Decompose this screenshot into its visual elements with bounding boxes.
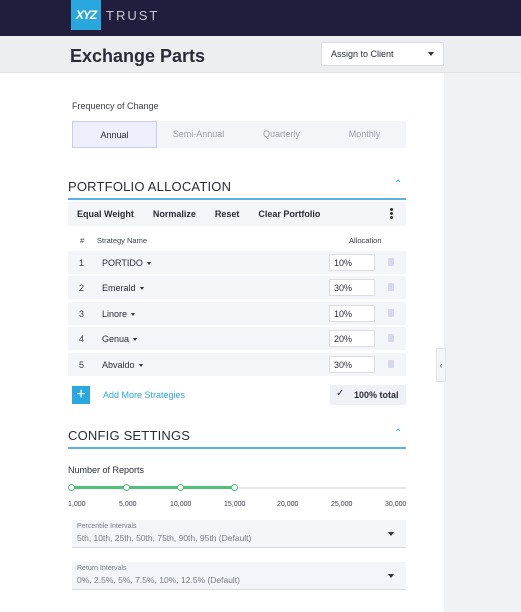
section-divider <box>68 447 406 449</box>
column-header-strategy: Strategy Name <box>97 236 148 245</box>
row-number: 5 <box>79 360 85 370</box>
chevron-up-icon[interactable]: ⌃ <box>394 428 402 439</box>
tab-annual[interactable]: Annual <box>72 121 157 148</box>
right-gutter <box>444 73 521 612</box>
row-number: 4 <box>79 334 85 344</box>
check-icon: ✓ <box>336 388 345 399</box>
slider-tick-label: 30,000 <box>385 501 406 508</box>
tab-monthly[interactable]: Monthly <box>323 121 406 148</box>
strategy-name: Abvaldo <box>102 360 135 370</box>
strategy-dropdown[interactable]: Abvaldo <box>102 360 143 370</box>
table-row: 2 Emerald 30% <box>68 276 406 299</box>
trash-icon[interactable] <box>388 309 394 317</box>
trash-icon[interactable] <box>388 360 394 368</box>
frequency-label: Frequency of Change <box>72 101 159 111</box>
normalize-button[interactable]: Normalize <box>153 209 196 219</box>
trash-icon[interactable] <box>388 283 394 291</box>
assign-to-client-dropdown[interactable]: Assign to Client <box>321 42 444 66</box>
table-row: 3 Linore 10% <box>68 302 406 325</box>
row-number: 2 <box>79 283 85 293</box>
chevron-down-icon <box>133 338 138 342</box>
strategy-dropdown[interactable]: Linore <box>102 309 136 319</box>
percentile-intervals-dropdown[interactable]: Percentile Intervals 5th, 10th, 25th, 50… <box>72 520 406 548</box>
chevron-down-icon <box>146 262 151 266</box>
collapse-panel-button[interactable]: ‹ <box>436 348 446 382</box>
brand-name: TRUST <box>106 8 160 23</box>
chevron-down-icon <box>428 52 434 56</box>
strategy-name: Genua <box>102 334 130 344</box>
total-badge: ✓ 100% total <box>330 385 406 405</box>
brand-logo-mark: XYZ <box>71 0 101 30</box>
slider-step-dot <box>123 484 130 491</box>
tab-quarterly[interactable]: Quarterly <box>240 121 323 148</box>
chevron-down-icon <box>388 532 394 536</box>
table-row: 1 PORTIDO 10% <box>68 251 406 274</box>
add-strategy-button[interactable]: + <box>72 386 90 404</box>
trash-icon[interactable] <box>388 334 394 342</box>
assign-to-client-label: Assign to Client <box>331 49 394 59</box>
page-header: Exchange Parts Assign to Client <box>0 36 521 73</box>
return-intervals-dropdown[interactable]: Return Intervals 0%, 2.5%, 5%, 7.5%, 10%… <box>72 562 406 590</box>
more-options-icon[interactable] <box>390 208 393 220</box>
strategy-dropdown[interactable]: Emerald <box>102 283 144 293</box>
row-number: 3 <box>79 309 85 319</box>
chevron-down-icon <box>138 364 143 368</box>
column-header-num: # <box>80 236 85 245</box>
portfolio-toolbar: Equal Weight Normalize Reset Clear Portf… <box>68 202 406 226</box>
config-settings-title: CONFIG SETTINGS <box>68 428 191 443</box>
clear-portfolio-button[interactable]: Clear Portfolio <box>258 209 320 219</box>
return-intervals-value: 0%, 2.5%, 5%, 7.5%, 10%, 12.5% (Default) <box>77 575 241 585</box>
slider-tick-label: 10,000 <box>170 501 192 508</box>
number-of-reports-label: Number of Reports <box>68 465 145 475</box>
strategy-name: Emerald <box>102 283 136 293</box>
percentile-intervals-value: 5th, 10th, 25th, 50th, 75th, 90th, 95th … <box>77 533 252 543</box>
slider-step-dot <box>68 484 75 491</box>
table-row: 4 Genua 20% <box>68 327 406 350</box>
slider-tick-label: 5,000 <box>119 501 137 508</box>
table-row: 5 Abvaldo 30% <box>68 353 406 376</box>
slider-tick-label: 20,000 <box>277 501 299 508</box>
reset-button[interactable]: Reset <box>215 209 240 219</box>
trash-icon[interactable] <box>388 258 394 266</box>
total-label: 100% total <box>354 390 399 400</box>
allocation-input[interactable]: 10% <box>329 254 375 271</box>
return-intervals-label: Return Intervals <box>77 565 127 572</box>
allocation-input[interactable]: 10% <box>329 305 375 322</box>
slider-tick-label: 25,000 <box>331 501 353 508</box>
add-more-strategies-link[interactable]: Add More Strategies <box>103 390 185 400</box>
slider-tick-label: 1,000 <box>68 501 86 508</box>
strategy-dropdown[interactable]: Genua <box>102 334 138 344</box>
chevron-down-icon <box>139 287 144 291</box>
percentile-intervals-label: Percentile Intervals <box>77 523 137 530</box>
allocation-input[interactable]: 30% <box>329 279 375 296</box>
allocation-input[interactable]: 20% <box>329 330 375 347</box>
strategy-name: PORTIDO <box>102 258 143 268</box>
page-title: Exchange Parts <box>70 46 206 66</box>
row-number: 1 <box>79 258 85 268</box>
column-header-allocation: Allocation <box>349 236 382 245</box>
chevron-up-icon[interactable]: ⌃ <box>394 179 402 190</box>
frequency-tabs: Annual Semi-Annual Quarterly Monthly <box>72 121 406 148</box>
strategy-dropdown[interactable]: PORTIDO <box>102 258 151 268</box>
chevron-down-icon <box>388 574 394 578</box>
top-nav-bar: XYZ TRUST <box>0 0 521 36</box>
tab-semi-annual[interactable]: Semi-Annual <box>157 121 240 148</box>
reports-slider-fill <box>71 486 234 489</box>
allocation-input[interactable]: 30% <box>329 356 375 373</box>
slider-tick-label: 15,000 <box>224 501 246 508</box>
portfolio-allocation-title: PORTFOLIO ALLOCATION <box>68 179 232 194</box>
chevron-down-icon <box>131 313 136 317</box>
slider-handle[interactable] <box>231 484 238 491</box>
strategy-name: Linore <box>102 309 128 319</box>
slider-step-dot <box>177 484 184 491</box>
equal-weight-button[interactable]: Equal Weight <box>77 209 134 219</box>
section-divider <box>68 198 406 200</box>
